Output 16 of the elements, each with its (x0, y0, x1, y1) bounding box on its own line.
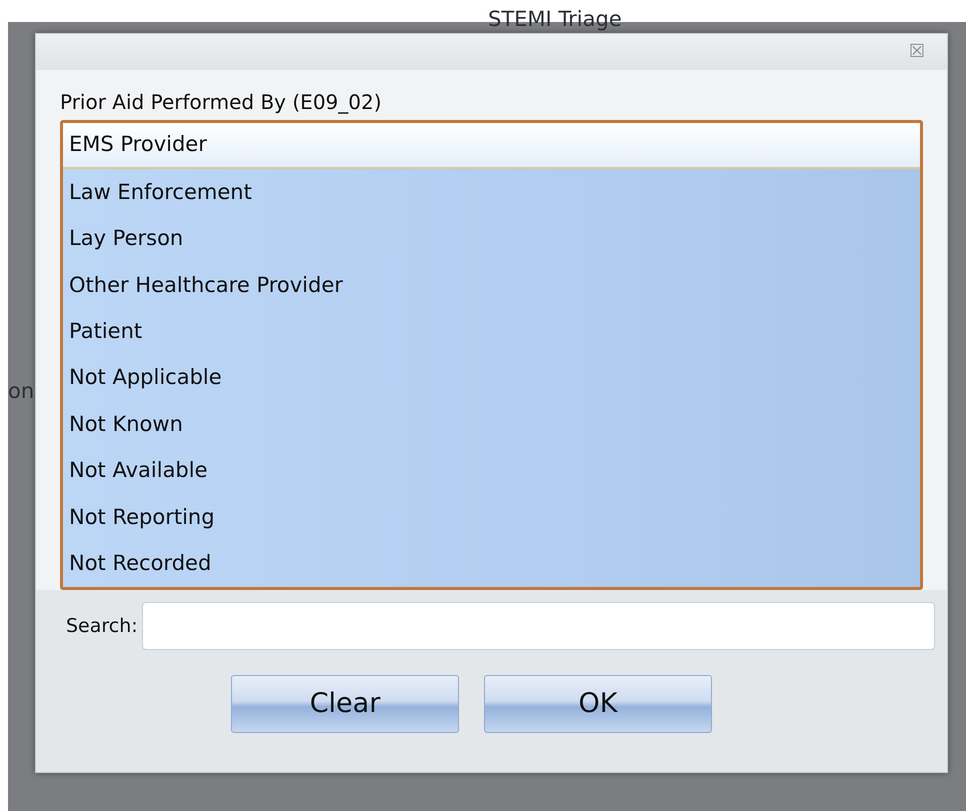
clear-button[interactable]: Clear (231, 674, 459, 733)
list-option[interactable]: EMS Provider (63, 123, 920, 170)
list-option[interactable]: Other Healthcare Provider (63, 262, 920, 309)
list-option[interactable]: Law Enforcement (63, 169, 920, 216)
list-option[interactable]: Not Known (63, 401, 920, 448)
list-option[interactable]: Not Available (63, 448, 920, 494)
list-option[interactable]: Not Applicable (63, 354, 920, 402)
list-option[interactable]: Patient (63, 308, 920, 355)
list-option[interactable]: Lay Person (63, 216, 920, 262)
search-label: Search: (66, 614, 138, 639)
list-option[interactable]: Not Recorded (63, 540, 920, 587)
page-text: on (8, 378, 34, 405)
list-option[interactable]: Not Reporting (63, 494, 920, 541)
search-field[interactable] (142, 602, 935, 650)
field-label: Prior Aid Performed By (E09_02) (60, 90, 382, 114)
ok-button[interactable]: OK (484, 674, 712, 733)
